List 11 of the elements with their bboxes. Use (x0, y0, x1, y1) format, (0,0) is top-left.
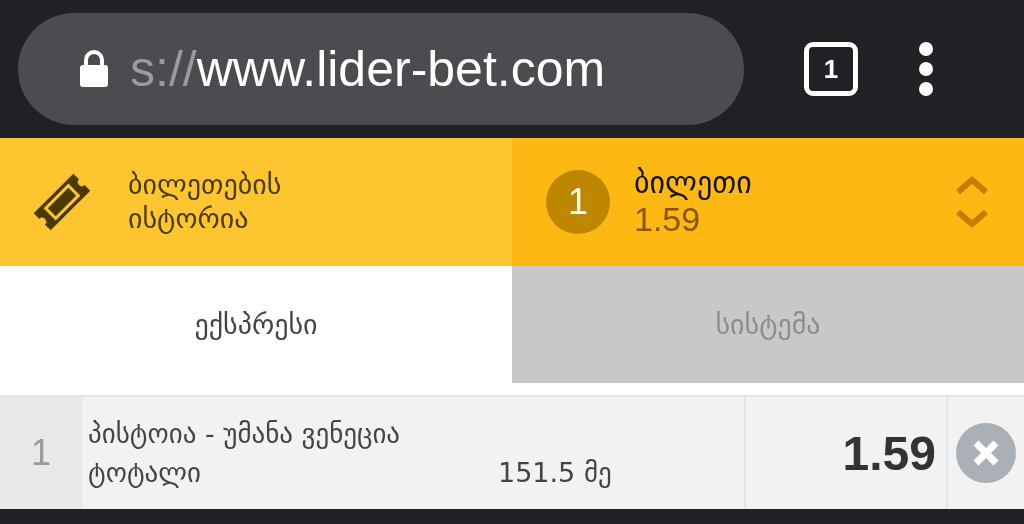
ticket-count-badge: 1 (546, 170, 610, 234)
match-name: პისტოია - უმანა ვენეცია (88, 418, 402, 449)
ticket-odds: 1.59 (634, 200, 702, 239)
market-name: ტოტალი (88, 457, 202, 488)
menu-icon[interactable] (918, 41, 934, 97)
ticket-title: ბილეთი (634, 165, 753, 200)
bet-odds: 1.59 (746, 397, 948, 509)
lock-icon (78, 49, 110, 89)
market-line: 151.5 მე (498, 457, 612, 488)
tab-count-button[interactable]: 1 (804, 42, 858, 96)
bet-index: 1 (0, 397, 82, 509)
